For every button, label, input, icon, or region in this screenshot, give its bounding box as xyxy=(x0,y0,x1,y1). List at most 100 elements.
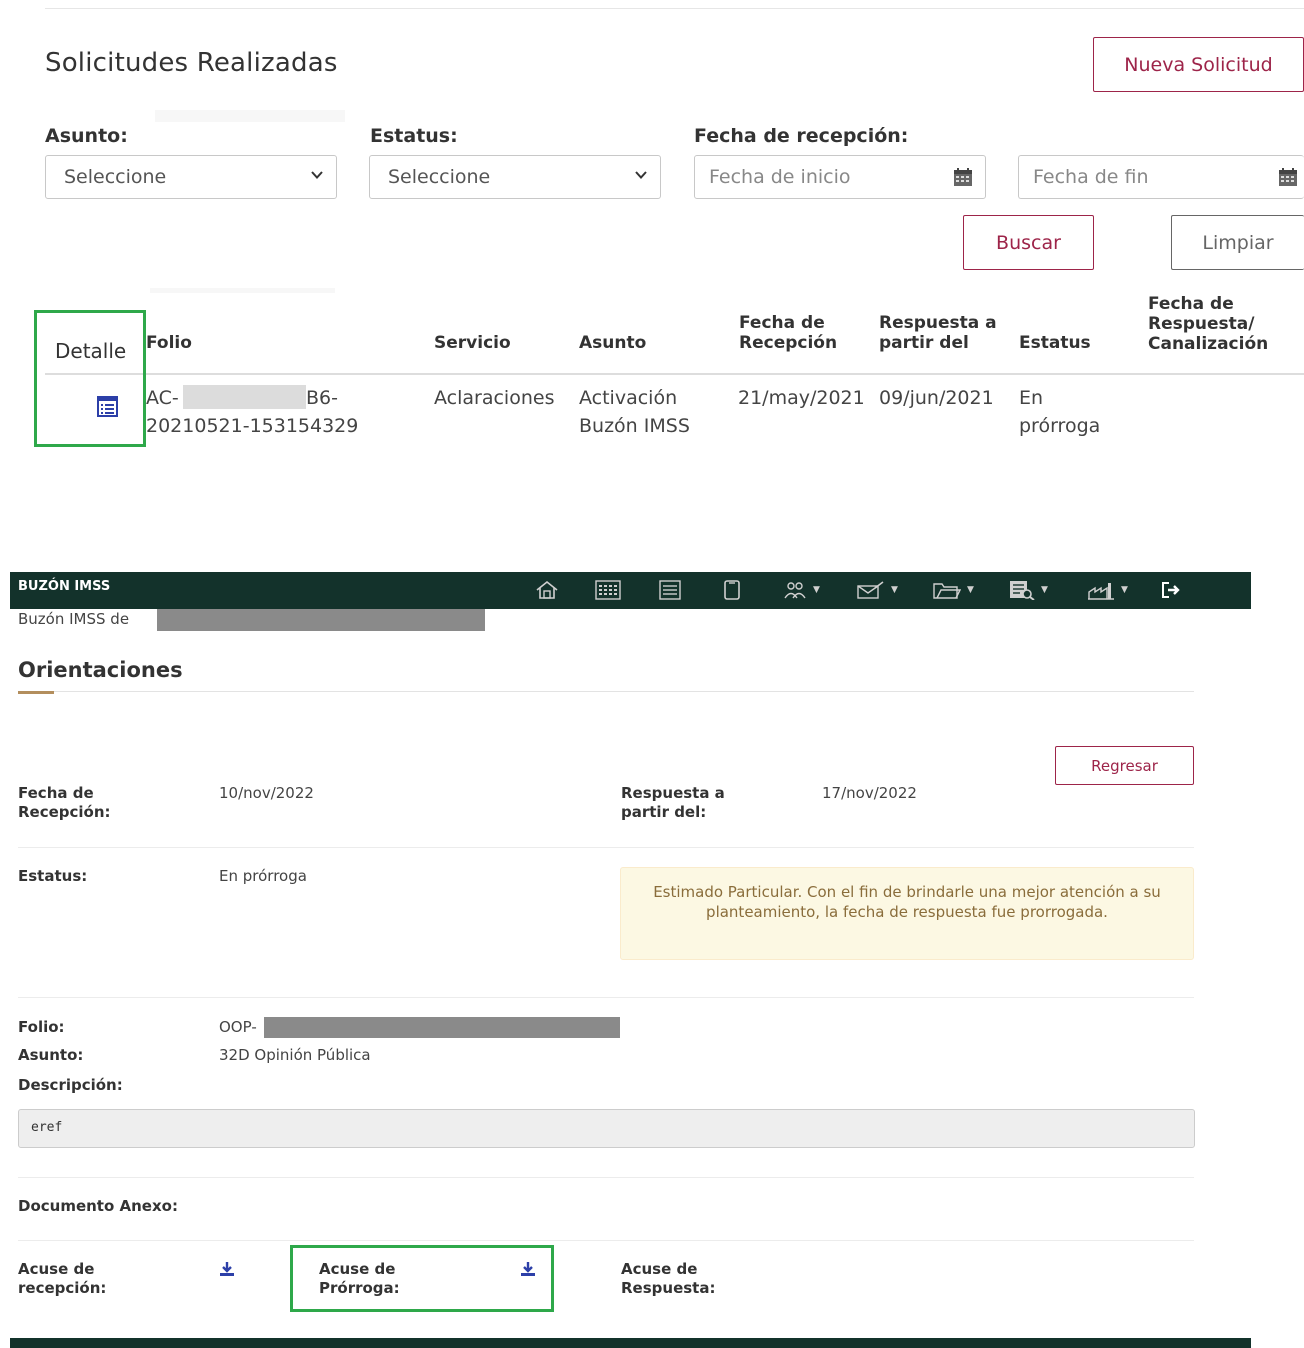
search-document-icon[interactable]: ▼ xyxy=(1009,580,1048,600)
chevron-down-icon xyxy=(635,171,647,179)
document-icon[interactable] xyxy=(659,580,681,600)
extension-alert: Estimado Particular. Con el fin de brind… xyxy=(620,867,1194,960)
folio-header: Folio xyxy=(146,333,192,353)
section-divider xyxy=(18,691,1194,692)
folio-prefix: AC- xyxy=(146,387,179,409)
estatus-line: prórroga xyxy=(1019,415,1101,437)
label-line: Recepción: xyxy=(18,803,111,821)
buzon-owner-label: Buzón IMSS de xyxy=(18,610,130,628)
top-divider xyxy=(45,8,1304,9)
servicio-cell: Aclaraciones xyxy=(434,387,555,409)
top-navbar xyxy=(10,572,1251,609)
fecha-fin-placeholder: Fecha de fin xyxy=(1033,166,1149,188)
clear-button[interactable]: Limpiar xyxy=(1171,215,1304,270)
calculator-icon-glyph xyxy=(595,580,621,600)
caret-down-icon: ▼ xyxy=(891,585,898,595)
document-icon-glyph xyxy=(659,580,681,600)
redacted-folio xyxy=(183,385,306,409)
search-document-icon-glyph xyxy=(1010,581,1035,600)
asunto-line: Buzón IMSS xyxy=(579,415,690,437)
documento-anexo-label: Documento Anexo: xyxy=(18,1197,178,1215)
label-line: Respuesta a xyxy=(621,784,725,802)
header-line: Fecha de xyxy=(739,313,825,333)
fecha-recepcion-cell: 21/may/2021 xyxy=(738,387,865,409)
factory-icon[interactable]: ▼ xyxy=(1087,580,1128,600)
label-line: Acuse de xyxy=(621,1260,698,1278)
header-line: Recepción xyxy=(739,333,838,353)
faded-artifact xyxy=(150,288,335,293)
respuesta-header: Respuesta a partir del xyxy=(879,313,997,353)
asunto-value: 32D Opinión Pública xyxy=(219,1046,371,1064)
mobile-icon[interactable] xyxy=(723,580,741,600)
label-line: Respuesta: xyxy=(621,1279,716,1297)
calendar-icon[interactable] xyxy=(953,167,973,187)
label-line: partir del: xyxy=(621,803,707,821)
fecha-respuesta-header: Fecha de Respuesta/ Canalización xyxy=(1148,294,1268,354)
mail-icon-glyph xyxy=(857,581,884,599)
caret-down-icon: ▼ xyxy=(967,585,974,595)
estatus-filter-label: Estatus: xyxy=(370,125,458,147)
search-button[interactable]: Buscar xyxy=(963,215,1094,270)
logout-icon[interactable] xyxy=(1161,580,1181,600)
section-accent-bar xyxy=(18,691,54,694)
respuesta-cell: 09/jun/2021 xyxy=(879,387,994,409)
download-icon[interactable] xyxy=(219,1261,235,1277)
brand-title: BUZÓN IMSS xyxy=(18,579,111,594)
caret-down-icon: ▼ xyxy=(1041,585,1048,595)
highlight-detalle-box xyxy=(34,310,146,447)
fecha-recepcion-value: 10/nov/2022 xyxy=(219,784,314,802)
label-line: recepción: xyxy=(18,1279,107,1297)
estatus-value: En prórroga xyxy=(219,867,307,885)
redacted-owner-name xyxy=(157,609,485,631)
asunto-filter-label: Asunto: xyxy=(45,125,128,147)
estatus-select[interactable]: Seleccione xyxy=(369,155,661,199)
faded-artifact xyxy=(155,110,345,122)
header-line: Fecha de xyxy=(1148,294,1234,314)
estatus-header: Estatus xyxy=(1019,333,1091,353)
header-line: Canalización xyxy=(1148,334,1269,354)
asunto-select-value: Seleccione xyxy=(64,166,167,188)
row-divider xyxy=(18,847,1194,848)
new-request-button[interactable]: Nueva Solicitud xyxy=(1093,37,1304,92)
highlight-prorroga-box xyxy=(290,1245,554,1312)
header-line: Respuesta a xyxy=(879,313,997,333)
mail-icon[interactable]: ▼ xyxy=(857,580,898,600)
estatus-line: En xyxy=(1019,387,1044,409)
acuse-respuesta-label: Acuse de Respuesta: xyxy=(621,1260,715,1298)
asunto-cell: Activación Buzón IMSS xyxy=(579,384,690,440)
home-icon[interactable] xyxy=(535,580,559,600)
asunto-line: Activación xyxy=(579,387,678,409)
mobile-icon-glyph xyxy=(724,580,740,600)
row-divider xyxy=(18,1240,1194,1241)
calendar-icon[interactable] xyxy=(1278,167,1298,187)
folio-value: OOP- xyxy=(219,1018,257,1036)
fecha-fin-input[interactable]: Fecha de fin xyxy=(1018,155,1304,199)
folder-icon-glyph xyxy=(933,583,961,599)
people-icon[interactable]: ▼ xyxy=(783,580,820,600)
section-title: Orientaciones xyxy=(18,658,183,682)
back-button[interactable]: Regresar xyxy=(1055,746,1194,785)
caret-down-icon: ▼ xyxy=(813,585,820,595)
fecha-recepcion-header: Fecha de Recepción xyxy=(739,313,837,353)
row-divider xyxy=(18,997,1194,998)
page-title: Solicitudes Realizadas xyxy=(45,48,338,78)
estatus-select-value: Seleccione xyxy=(388,166,491,188)
label-line: Fecha de xyxy=(18,784,94,802)
factory-icon-glyph xyxy=(1088,583,1114,600)
logout-icon-glyph xyxy=(1162,582,1180,598)
calculator-icon[interactable] xyxy=(595,580,621,600)
acuse-recepcion-label: Acuse de recepción: xyxy=(18,1260,106,1298)
asunto-header: Asunto xyxy=(579,333,647,353)
fecha-filter-label: Fecha de recepción: xyxy=(694,125,909,147)
fecha-recepcion-label: Fecha de Recepción: xyxy=(18,784,111,822)
asunto-select[interactable]: Seleccione xyxy=(45,155,337,199)
descripcion-label: Descripción: xyxy=(18,1076,123,1094)
folio-suffix: B6- xyxy=(306,387,338,409)
respuesta-label: Respuesta a partir del: xyxy=(621,784,725,822)
fecha-inicio-input[interactable]: Fecha de inicio xyxy=(694,155,986,199)
caret-down-icon: ▼ xyxy=(1121,585,1128,595)
estatus-cell: En prórroga xyxy=(1019,384,1100,440)
row-divider xyxy=(18,1177,1194,1178)
folder-icon[interactable]: ▼ xyxy=(933,580,974,600)
label-line: Acuse de xyxy=(18,1260,95,1278)
